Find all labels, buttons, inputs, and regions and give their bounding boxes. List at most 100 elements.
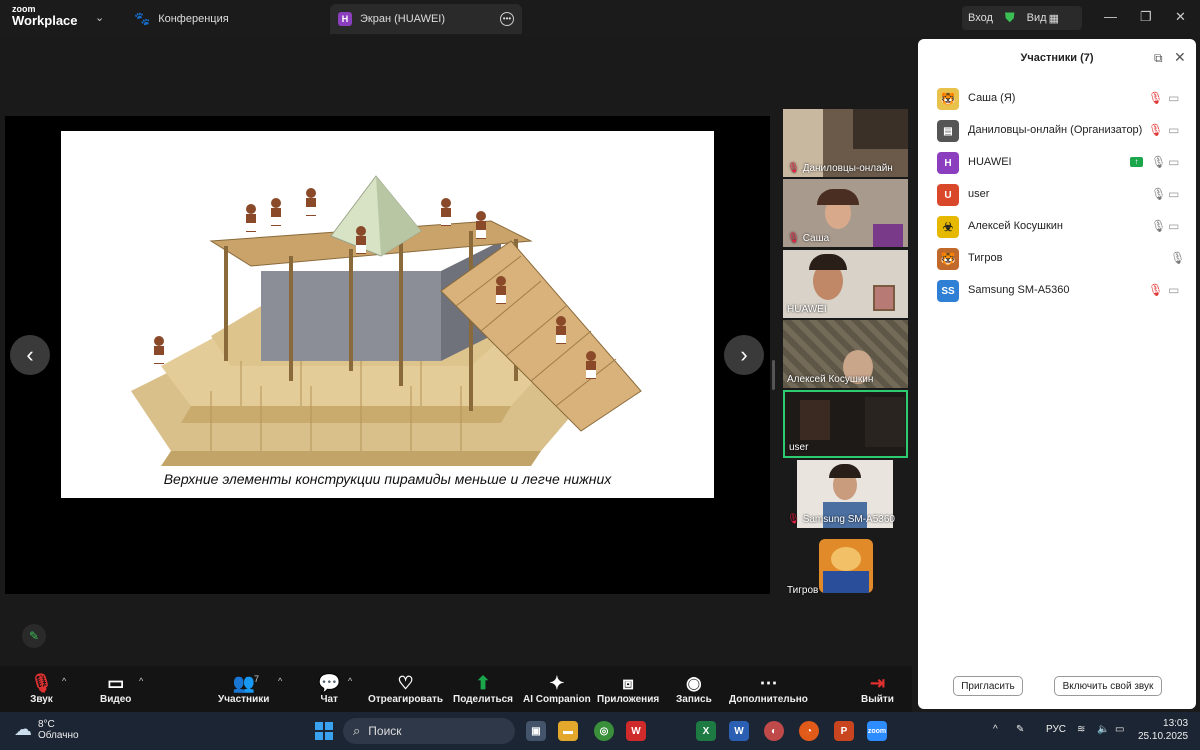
tab-conference[interactable]: 🐾 Конференция bbox=[126, 4, 326, 34]
mic-icon[interactable]: 🎙 bbox=[1151, 219, 1166, 233]
participant-name: Тигров bbox=[968, 252, 1003, 264]
mic-off-icon[interactable]: 🎙 bbox=[1148, 123, 1163, 137]
system-clock[interactable]: 13:03 25.10.2025 bbox=[1138, 717, 1188, 743]
wifi-icon[interactable]: ≋ bbox=[1077, 724, 1085, 735]
chat-options-caret[interactable]: ^ bbox=[348, 676, 352, 686]
participant-row[interactable]: U user 🎙 ▭ bbox=[918, 179, 1196, 211]
video-options-caret[interactable]: ^ bbox=[139, 676, 143, 686]
volume-icon[interactable]: 🔈 bbox=[1097, 724, 1109, 735]
video-tile[interactable]: Тигров bbox=[783, 531, 908, 599]
tab-screen[interactable]: H Экран (HUAWEI) ••• bbox=[330, 4, 522, 34]
pen-tray-icon[interactable]: ✎ bbox=[1016, 724, 1024, 735]
mic-off-icon[interactable]: 🎙 bbox=[1148, 91, 1163, 105]
leave-button[interactable]: ⇥ Выйти bbox=[861, 672, 894, 705]
participant-row[interactable]: 🐯 Тигров 🎙 bbox=[918, 243, 1196, 275]
more-options-icon[interactable]: ••• bbox=[500, 12, 514, 26]
participant-row[interactable]: ☣ Алексей Косушкин 🎙 ▭ bbox=[918, 211, 1196, 243]
search-icon: ⌕ bbox=[353, 723, 361, 738]
audio-button[interactable]: 🎙 Звук bbox=[30, 672, 53, 705]
react-button[interactable]: ♡ Отреагировать bbox=[368, 672, 443, 705]
view-button[interactable]: Вид bbox=[1027, 12, 1047, 24]
participants-button[interactable]: 👥 Участники bbox=[218, 672, 269, 705]
camera-off-icon[interactable]: ▭ bbox=[1168, 123, 1179, 137]
search-placeholder: Поиск bbox=[368, 724, 402, 738]
chevron-down-icon[interactable]: ⌄ bbox=[95, 11, 104, 24]
shield-icon[interactable]: ⛊ bbox=[1005, 10, 1015, 26]
participant-row[interactable]: H HUAWEI ↑ 🎙 ▭ bbox=[918, 147, 1196, 179]
panel-resize-handle[interactable] bbox=[772, 360, 775, 390]
shared-screen: Верхние элементы конструкции пирамиды ме… bbox=[5, 116, 770, 594]
previous-slide-button[interactable]: ‹ bbox=[10, 335, 50, 375]
logo-main-text: Workplace bbox=[12, 13, 78, 28]
wps-office-icon[interactable]: W bbox=[626, 721, 646, 741]
video-camera-icon: ▭ bbox=[107, 673, 125, 693]
app-icon[interactable]: ◐ bbox=[764, 721, 784, 741]
view-grid-icon[interactable]: ▦ bbox=[1049, 12, 1059, 25]
participant-row[interactable]: 🐯 Саша (Я) 🎙 ▭ bbox=[918, 83, 1196, 115]
file-explorer-icon[interactable]: ▬ bbox=[558, 721, 578, 741]
ai-companion-button[interactable]: ✦ AI Companion bbox=[523, 672, 591, 705]
mic-icon[interactable]: 🎙 bbox=[1151, 155, 1166, 169]
participant-list: 🐯 Саша (Я) 🎙 ▭ ▤ Даниловцы-онлайн (Орган… bbox=[918, 83, 1196, 307]
windows-start-icon[interactable] bbox=[315, 722, 333, 740]
share-button[interactable]: ⬆ Поделиться bbox=[453, 672, 513, 705]
taskbar-search[interactable]: ⌕ Поиск bbox=[343, 718, 515, 744]
excel-icon[interactable]: X bbox=[696, 721, 716, 741]
more-button[interactable]: ⋯ Дополнительно bbox=[729, 672, 808, 705]
share-screen-icon: ⬆ bbox=[475, 673, 491, 693]
video-tile[interactable]: Алексей Косушкин bbox=[783, 320, 908, 388]
language-indicator[interactable]: РУС bbox=[1046, 724, 1066, 735]
camera-off-icon[interactable]: ▭ bbox=[1168, 219, 1179, 233]
participant-name: Даниловцы-онлайн (Организатор) bbox=[968, 124, 1143, 136]
mic-off-icon[interactable]: 🎙 bbox=[1148, 283, 1163, 297]
record-button[interactable]: ◉ Запись bbox=[676, 672, 712, 705]
mic-icon[interactable]: 🎙 bbox=[1170, 251, 1185, 265]
zoom-logo[interactable]: zoom Workplace bbox=[12, 5, 78, 28]
camera-off-icon[interactable]: ▭ bbox=[1168, 91, 1179, 105]
next-slide-button[interactable]: › bbox=[724, 335, 764, 375]
video-tile[interactable]: 🎙 Даниловцы-онлайн bbox=[783, 109, 908, 177]
audio-options-caret[interactable]: ^ bbox=[62, 676, 66, 686]
popout-icon[interactable]: ⧉ bbox=[1154, 51, 1163, 66]
task-view-icon[interactable]: ▣ bbox=[526, 721, 546, 741]
pencil-icon[interactable]: ✎ bbox=[22, 624, 46, 648]
zoom-app-icon[interactable]: zoom bbox=[867, 721, 887, 741]
video-tile-name: Алексей Косушкин bbox=[787, 374, 874, 385]
mic-icon[interactable]: 🎙 bbox=[1151, 187, 1166, 201]
minimize-icon[interactable]: — bbox=[1104, 9, 1117, 24]
tray-overflow-icon[interactable]: ^ bbox=[993, 724, 998, 735]
weather-widget[interactable]: ☁ 8°C Облачно bbox=[14, 719, 79, 741]
participants-options-caret[interactable]: ^ bbox=[278, 676, 282, 686]
timer-app-icon[interactable]: ◔ bbox=[799, 721, 819, 741]
participant-row[interactable]: SS Samsung SM-A5360 🎙 ▭ bbox=[918, 275, 1196, 307]
participant-row[interactable]: ▤ Даниловцы-онлайн (Организатор) 🎙 ▭ bbox=[918, 115, 1196, 147]
powerpoint-icon[interactable]: P bbox=[834, 721, 854, 741]
camera-off-icon[interactable]: ▭ bbox=[1168, 155, 1179, 169]
close-window-icon[interactable]: ✕ bbox=[1175, 9, 1186, 25]
participant-name: HUAWEI bbox=[968, 156, 1012, 168]
restore-icon[interactable]: ❐ bbox=[1140, 9, 1152, 25]
camera-off-icon[interactable]: ▭ bbox=[1168, 187, 1179, 201]
windows-taskbar: ☁ 8°C Облачно ⌕ Поиск ▣ ▬ ◎ W X W ◐ ◔ P … bbox=[0, 712, 1200, 750]
invite-button[interactable]: Пригласить bbox=[953, 676, 1023, 696]
unmute-self-button[interactable]: Включить свой звук bbox=[1054, 676, 1162, 696]
mic-off-icon: 🎙 bbox=[787, 233, 800, 244]
chat-button[interactable]: 💬 Чат bbox=[318, 672, 340, 705]
close-panel-icon[interactable]: ✕ bbox=[1174, 49, 1186, 66]
video-tile[interactable]: HUAWEI bbox=[783, 250, 908, 318]
video-tile-name: HUAWEI bbox=[787, 304, 827, 315]
tab-conference-label: Конференция bbox=[158, 13, 229, 25]
more-icon: ⋯ bbox=[759, 673, 778, 693]
video-tile[interactable]: 🎙 Саша bbox=[783, 179, 908, 247]
word-icon[interactable]: W bbox=[729, 721, 749, 741]
apps-button[interactable]: ⧈ Приложения bbox=[597, 672, 659, 705]
chrome-icon[interactable]: ◎ bbox=[594, 721, 614, 741]
camera-off-icon[interactable]: ▭ bbox=[1168, 283, 1179, 297]
mic-off-icon: 🎙 bbox=[787, 163, 800, 174]
signin-button[interactable]: Вход bbox=[968, 12, 993, 24]
video-button[interactable]: ▭ Видео bbox=[100, 672, 131, 705]
video-tile-active[interactable]: user bbox=[783, 390, 908, 458]
participant-name: Алексей Косушкин bbox=[968, 220, 1064, 232]
video-tile[interactable]: 🎙 Samsung SM-A5360 bbox=[783, 460, 908, 528]
battery-icon[interactable]: ▭ bbox=[1115, 724, 1124, 735]
